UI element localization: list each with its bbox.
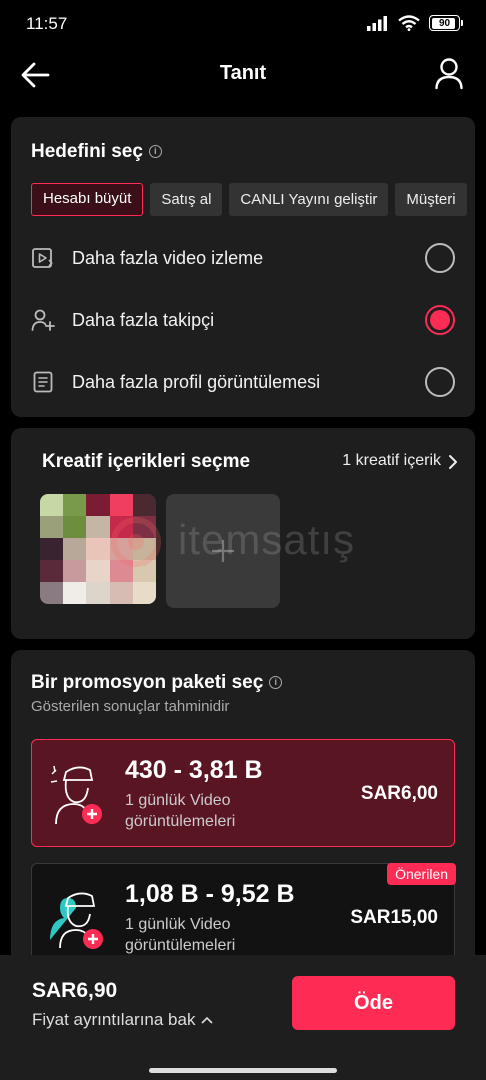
- package-description: 1 günlük Video görüntülemeleri: [125, 916, 236, 954]
- pay-button[interactable]: Öde: [292, 976, 455, 1030]
- chip-grow-account[interactable]: Hesabı büyüt: [31, 183, 144, 216]
- option-more-followers[interactable]: Daha fazla takipçi: [31, 300, 455, 340]
- page-title: Tanıt: [219, 62, 267, 84]
- chip-improve-live[interactable]: CANLI Yayını geliştir: [229, 183, 389, 216]
- option-more-video-views[interactable]: Daha fazla video izleme: [31, 238, 455, 278]
- creatives-count-link[interactable]: 1 kreatif içerik: [342, 452, 441, 470]
- package-price: SAR15,00: [350, 907, 438, 928]
- radio-button-selected[interactable]: [425, 305, 455, 335]
- package-range: 1,08 B - 9,52 B: [125, 880, 295, 908]
- package-option-1[interactable]: 430 - 3,81 B 1 günlük Video görüntülemel…: [31, 739, 455, 847]
- package-option-2[interactable]: Önerilen 1,08 B - 9,52 B 1 günlük Video …: [31, 863, 456, 970]
- option-more-profile-views[interactable]: Daha fazla profil görüntülemesi: [31, 362, 455, 402]
- signal-icon: [367, 16, 387, 31]
- user-plus-icon: [31, 309, 55, 331]
- goal-card: Hedefini seç i Hesabı büyüt Satış al CANL…: [11, 117, 475, 417]
- packages-subtitle: Gösterilen sonuçlar tahminidir: [31, 698, 230, 715]
- info-icon[interactable]: i: [269, 676, 283, 690]
- radio-button[interactable]: [425, 367, 455, 397]
- status-time: 11:57: [26, 14, 68, 33]
- info-icon[interactable]: i: [148, 145, 162, 159]
- wifi-icon: [398, 15, 420, 31]
- goal-title: Hedefini seç i: [31, 141, 162, 163]
- status-icons: 90: [367, 15, 463, 31]
- price-details-link[interactable]: Fiyat ayrıntılarına bak: [32, 1010, 213, 1030]
- chevron-right-icon[interactable]: [447, 454, 459, 470]
- add-creative-button[interactable]: [166, 494, 280, 608]
- battery-icon: 90: [429, 15, 463, 31]
- video-play-icon: [32, 248, 53, 268]
- chevron-up-icon: [201, 1016, 213, 1024]
- creatives-card: Kreatif içerikleri seçme 1 kreatif içeri…: [11, 428, 475, 639]
- packages-title: Bir promosyon paketi seç i: [31, 672, 283, 694]
- radio-button[interactable]: [425, 243, 455, 273]
- promo-person-icon: [50, 765, 102, 825]
- packages-card: Bir promosyon paketi seç i Gösterilen son…: [11, 650, 475, 970]
- top-navigation: Tanıt: [0, 48, 486, 102]
- home-indicator[interactable]: [149, 1068, 337, 1073]
- battery-level: 90: [438, 17, 451, 29]
- chip-customer[interactable]: Müşteri: [395, 183, 467, 216]
- status-bar: 11:57 90: [0, 0, 486, 48]
- creatives-title: Kreatif içerikleri seçme: [42, 451, 251, 472]
- package-range: 430 - 3,81 B: [125, 756, 263, 784]
- user-profile-icon[interactable]: [434, 58, 464, 90]
- promo-people-icon: [50, 892, 103, 949]
- goal-title-text: Hedefini seç: [31, 141, 143, 162]
- package-price: SAR6,00: [360, 783, 438, 804]
- recommended-badge: Önerilen: [387, 863, 456, 885]
- plus-icon: [212, 540, 234, 562]
- option-label: Daha fazla profil görüntülemesi: [72, 371, 321, 392]
- goal-chips: Hesabı büyüt Satış al CANLI Yayını geliş…: [31, 183, 475, 216]
- total-price: SAR6,90: [32, 979, 118, 1002]
- document-icon: [33, 371, 53, 393]
- creative-thumbnail[interactable]: [40, 494, 156, 604]
- packages-title-text: Bir promosyon paketi seç: [31, 672, 264, 693]
- option-label: Daha fazla video izleme: [72, 247, 264, 268]
- checkout-bar: SAR6,90 Fiyat ayrıntılarına bak Öde: [0, 955, 486, 1080]
- price-details-text: Fiyat ayrıntılarına bak: [32, 1010, 196, 1029]
- chip-get-sales[interactable]: Satış al: [150, 183, 223, 216]
- package-description: 1 günlük Video görüntülemeleri: [125, 792, 236, 830]
- option-label: Daha fazla takipçi: [72, 309, 215, 330]
